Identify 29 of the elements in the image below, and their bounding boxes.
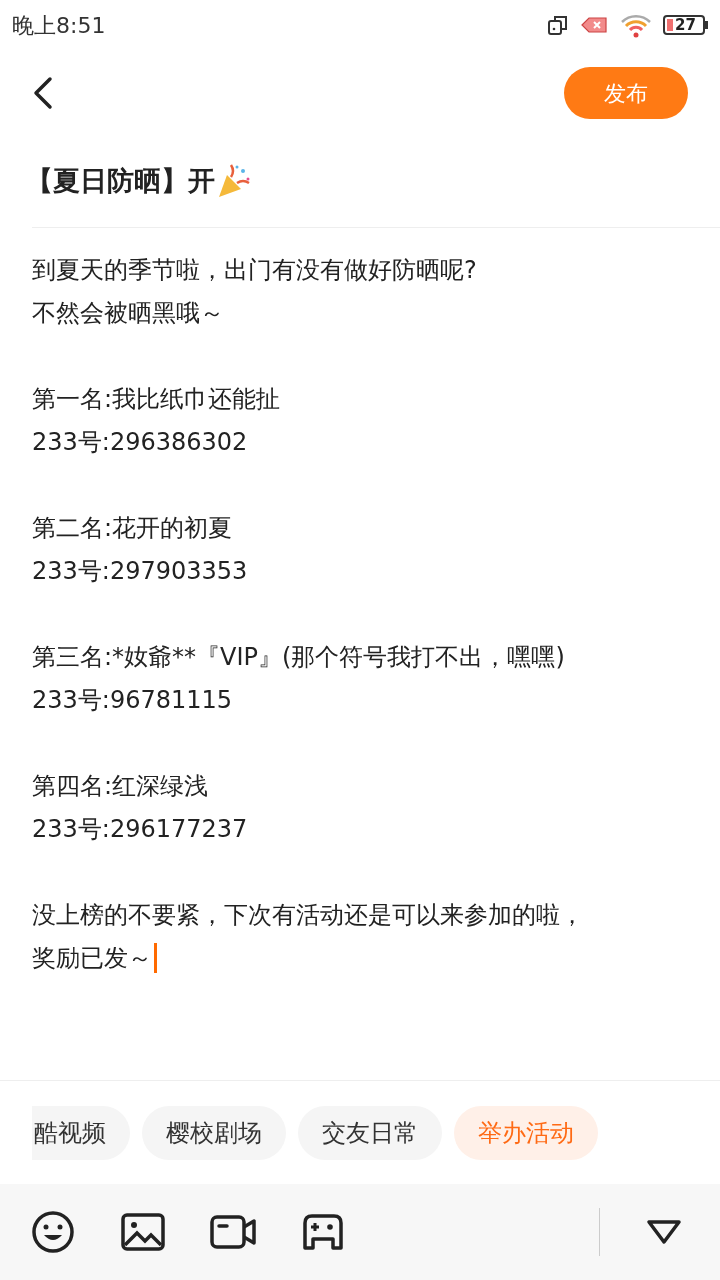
body-text[interactable]: 第一名:我比纸巾还能扯 [32, 380, 281, 417]
body-text[interactable]: 不然会被晒黑哦～ [32, 294, 224, 331]
topic-chip[interactable]: 樱校剧场 [142, 1105, 286, 1160]
body-text[interactable]: 没上榜的不要紧，下次有活动还是可以来参加的啦， [32, 896, 584, 933]
body-text[interactable]: 233号:296386302 [32, 423, 248, 460]
triangle-down-icon [646, 1219, 682, 1245]
smiley-icon [31, 1210, 75, 1254]
topic-chip[interactable]: 交友日常 [298, 1105, 442, 1160]
topic-chip[interactable]: 酷视频 [32, 1105, 130, 1160]
text-cursor [154, 942, 157, 973]
body-text[interactable]: 233号:297903353 [32, 552, 248, 589]
muted-icon [579, 15, 609, 35]
status-time: 晚上8:51 [12, 11, 106, 40]
video-camera-icon [210, 1215, 256, 1249]
battery-fill-icon [667, 19, 673, 31]
body-text[interactable]: 第三名:*奻爺**『VIP』(那个符号我打不出，嘿嘿) [32, 638, 565, 675]
gamepad-icon [302, 1213, 344, 1251]
back-icon [32, 76, 54, 110]
body-text[interactable]: 233号:296177237 [32, 810, 248, 847]
image-icon [121, 1213, 165, 1251]
body-text[interactable]: 第四名:红深绿浅 [32, 767, 209, 804]
battery-level: 27 [675, 17, 696, 33]
emoji-button[interactable] [30, 1209, 76, 1255]
body-text[interactable]: 奖励已发～ [32, 939, 152, 976]
post-title[interactable]: 【夏日防晒】开 [26, 161, 215, 202]
body-text[interactable]: 到夏天的季节啦，出门有没有做好防晒呢? [32, 251, 477, 288]
body-text[interactable]: 第二名:花开的初夏 [32, 509, 233, 546]
body-text[interactable]: 233号:96781115 [32, 681, 233, 718]
screen-rotate-icon [547, 14, 569, 36]
